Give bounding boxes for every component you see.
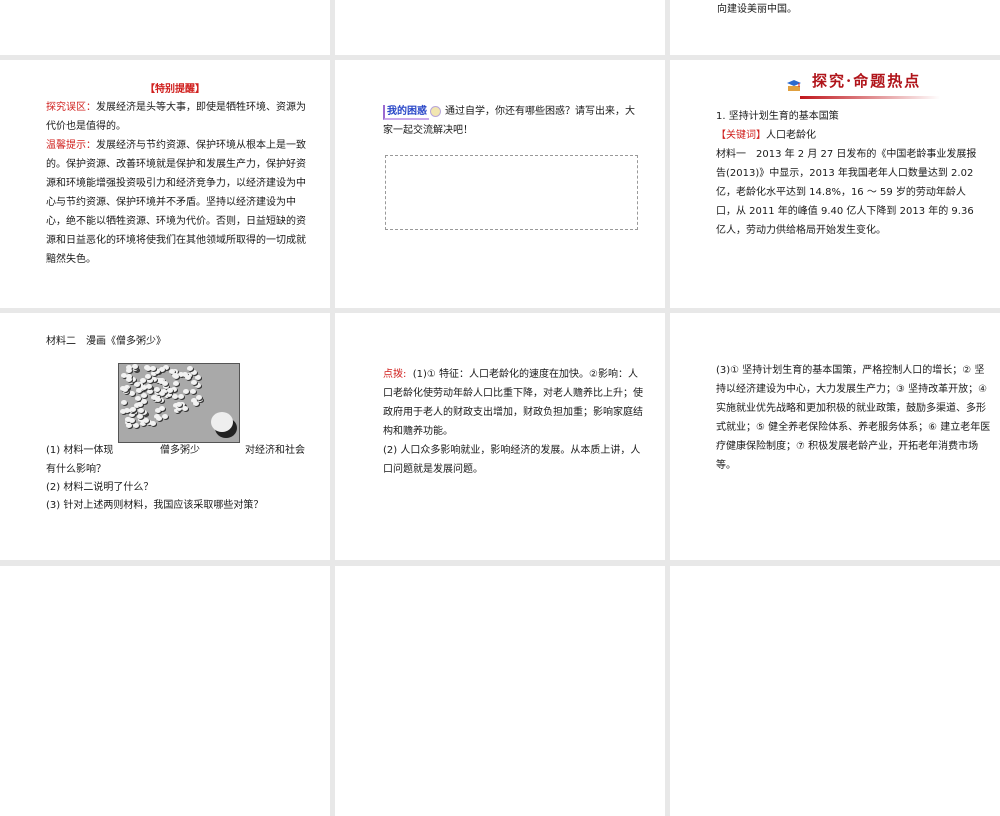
cartoon-figure xyxy=(141,399,148,405)
cartoon-figure xyxy=(132,423,139,429)
cartoon-figure xyxy=(159,390,166,396)
tip-label: 温馨提示： xyxy=(46,140,96,151)
cartoon-figure xyxy=(135,395,141,401)
cartoon-figure xyxy=(125,368,132,374)
slide-thumbnail[interactable] xyxy=(670,566,1000,816)
cartoon-figure xyxy=(189,388,196,394)
cartoon-figure xyxy=(161,380,168,386)
question-2: (2) 材料二说明了什么？ xyxy=(46,482,154,493)
cartoon-figure xyxy=(166,387,173,393)
slide-thumbnail-reminder[interactable]: 【特别提醒】 探究误区：发展经济是头等大事，即使是牺牲环境、资源为代价也是值得的… xyxy=(0,60,330,308)
cartoon-figure xyxy=(195,383,202,389)
keyword-line: 【关键词】人口老龄化 xyxy=(716,126,816,145)
cartoon-figure xyxy=(195,394,202,400)
question-1a: (1) 材料一体现 xyxy=(46,445,114,456)
topic-heading: 1. 坚持计划生育的基本国策 xyxy=(716,111,839,122)
answer-3-text: (3)① 坚持计划生育的基本国策，严格控制人口的增长；② 坚持以经济建设为中心，… xyxy=(716,365,991,471)
cartoon-figure xyxy=(128,417,135,423)
hint-text-1: (1)① 特征：人口老龄化的速度在加快。②影响：人口老龄化使劳动年龄人口比重下降… xyxy=(383,369,643,437)
cartoon-image xyxy=(118,363,240,443)
cartoon-figure xyxy=(146,389,153,395)
cartoon-figure xyxy=(183,388,190,394)
cartoon-figure xyxy=(190,379,197,385)
slide-text: 向建设美丽中国。 xyxy=(717,4,797,15)
cartoon-figure xyxy=(161,413,168,419)
confusion-paragraph: 我的困惑 通过自学，你还有哪些困惑？请写出来，大家一起交流解决吧！ xyxy=(383,102,643,140)
material2-title: 材料二 漫画《僧多粥少》 xyxy=(46,336,166,347)
moon-icon xyxy=(430,105,441,117)
cartoon-figure xyxy=(126,423,133,429)
section-banner: 探究·命题热点 xyxy=(782,68,940,102)
graduation-cap-icon xyxy=(787,80,801,91)
banner-title: 探究·命题热点 xyxy=(812,72,922,90)
material1-text: 材料一 2013 年 2 月 27 日发布的《中国老龄事业发展报告(2013)》… xyxy=(716,149,977,236)
question-1c: 对经济和社会 xyxy=(245,445,305,456)
slide-thumbnail-confusion[interactable]: 我的困惑 通过自学，你还有哪些困惑？请写出来，大家一起交流解决吧！ xyxy=(335,60,665,308)
cartoon-figure xyxy=(149,420,156,426)
slide-thumbnail-hint[interactable]: 点拨: (1)① 特征：人口老龄化的速度在加快。②影响：人口老龄化使劳动年龄人口… xyxy=(335,313,665,560)
cartoon-figure xyxy=(125,376,132,382)
banner-underline xyxy=(800,96,940,99)
cartoon-figure xyxy=(195,375,202,381)
misconception-paragraph: 探究误区：发展经济是头等大事，即使是牺牲环境、资源为代价也是值得的。 xyxy=(46,98,310,136)
cartoon-figure xyxy=(187,365,194,371)
slide-thumbnail[interactable] xyxy=(0,566,330,816)
answer-box xyxy=(385,155,638,230)
slide-thumbnail[interactable]: 向建设美丽中国。 xyxy=(670,0,1000,55)
tip-text: 发展经济与节约资源、保护环境从根本上是一致的。保护资源、改善环境就是保护和发展生… xyxy=(46,140,306,265)
keyword-value: 人口老龄化 xyxy=(766,130,816,141)
cartoon-figure xyxy=(172,380,179,386)
question-1-blank: 僧多粥少 xyxy=(160,445,200,456)
slide-thumbnail-hot-topics[interactable]: 探究·命题热点 1. 坚持计划生育的基本国策 【关键词】人口老龄化 材料一 20… xyxy=(670,60,1000,308)
reminder-title: 【特别提醒】 xyxy=(145,84,205,95)
slide-thumbnail-answer[interactable]: (3)① 坚持计划生育的基本国策，严格控制人口的增长；② 坚持以经济建设为中心，… xyxy=(670,313,1000,560)
hint-paragraph-2: (2) 人口众多影响就业，影响经济的发展。从本质上讲，人口问题就是发展问题。 xyxy=(383,445,641,475)
cartoon-figure xyxy=(177,393,184,399)
question-3: (3) 针对上述两则材料，我国应该采取哪些对策？ xyxy=(46,500,264,511)
cartoon-figure xyxy=(129,406,136,412)
hint-label: 点拨: xyxy=(383,369,407,380)
slide-thumbnail[interactable] xyxy=(0,0,330,55)
keyword-label: 【关键词】 xyxy=(716,130,766,141)
cartoon-figure xyxy=(185,374,192,380)
confusion-tag: 我的困惑 xyxy=(383,105,429,120)
cartoon-figure xyxy=(173,374,180,380)
cartoon-figure xyxy=(192,401,199,407)
cartoon-figure xyxy=(158,406,165,412)
cartoon-bowl xyxy=(211,412,233,432)
cartoon-figure xyxy=(182,406,189,412)
cartoon-figure xyxy=(144,373,151,379)
cartoon-figure xyxy=(141,393,148,399)
cartoon-figure xyxy=(155,416,162,422)
tip-paragraph: 温馨提示：发展经济与节约资源、保护环境从根本上是一致的。保护资源、改善环境就是保… xyxy=(46,136,310,269)
hint-paragraph-1: 点拨: (1)① 特征：人口老龄化的速度在加快。②影响：人口老龄化使劳动年龄人口… xyxy=(383,365,647,441)
slide-thumbnail[interactable] xyxy=(335,566,665,816)
cartoon-figure xyxy=(128,390,135,396)
cartoon-figure xyxy=(121,400,128,406)
question-1d: 有什么影响？ xyxy=(46,464,106,475)
slide-thumbnail-material2[interactable]: 材料二 漫画《僧多粥少》 (1) 材料一体现 僧多粥少 对经济和社会 有什么影响… xyxy=(0,313,330,560)
cartoon-figure xyxy=(146,377,153,383)
misconception-label: 探究误区： xyxy=(46,102,96,113)
cartoon-figure xyxy=(145,384,152,390)
slide-thumbnail[interactable] xyxy=(335,0,665,55)
